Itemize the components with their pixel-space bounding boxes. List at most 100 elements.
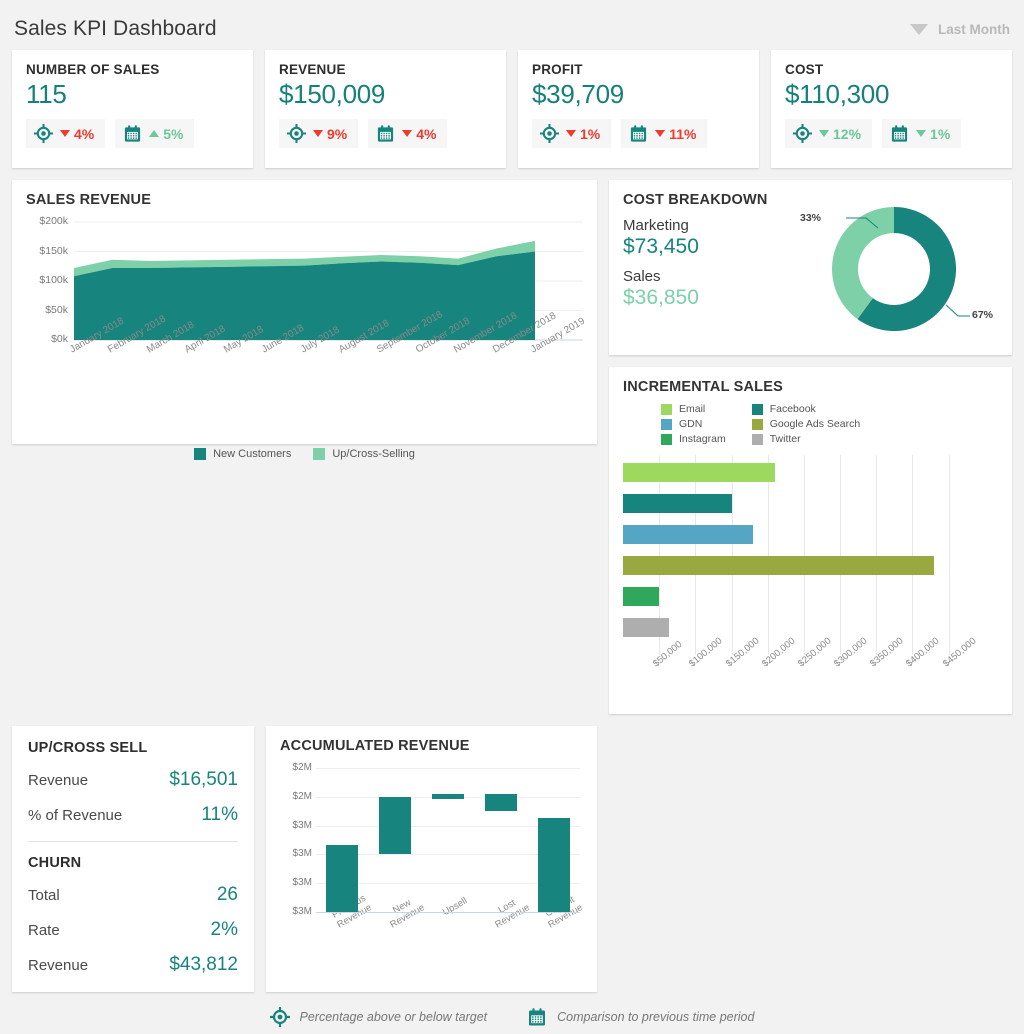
delta-text: 1%	[930, 126, 950, 142]
arrow-down-icon	[313, 130, 323, 137]
legend-label: Email	[679, 403, 705, 415]
incremental-sales-legend: Email GDN Instagram Facebook Google Ads Sea…	[661, 403, 998, 445]
legend-item[interactable]: Up/Cross-Selling	[313, 448, 415, 460]
arrow-down-icon	[655, 130, 665, 137]
x-axis-tick-label: $450,000	[941, 636, 978, 670]
y-axis-tick-label: $3M	[280, 820, 312, 831]
dashboard-footer: Percentage above or below target Comparis…	[12, 1000, 1012, 1034]
legend-swatch	[661, 419, 672, 430]
incremental-sales-card: INCREMENTAL SALES EmailGDNInstagram Face…	[609, 367, 1012, 714]
gridline	[316, 768, 580, 769]
row-value: 2%	[211, 919, 238, 941]
kpi-card-number-of-sales: NUMBER OF SALES1154%5%	[12, 50, 253, 168]
legend-swatch	[752, 419, 763, 430]
y-axis-tick-label: $2M	[280, 762, 312, 773]
kpi-period-delta[interactable]: 5%	[115, 119, 194, 148]
legend-swatch	[661, 404, 672, 415]
legend-label: Google Ads Search	[770, 418, 860, 430]
row-value: $43,812	[169, 954, 238, 976]
legend-column-right: Facebook Google Ads Search Twitter	[752, 403, 860, 445]
gridline	[949, 455, 950, 655]
legend-item[interactable]: Google Ads Search	[752, 418, 860, 430]
delta-text: 12%	[833, 126, 861, 142]
footer-legend-text: Comparison to previous time period	[557, 1010, 754, 1024]
kpi-value: $150,009	[279, 79, 494, 110]
bar-facebook[interactable]	[623, 494, 732, 513]
kpi-label: COST	[785, 62, 1000, 77]
donut-svg	[814, 194, 974, 344]
kpi-target-delta[interactable]: 1%	[532, 119, 611, 148]
kpi-target-delta[interactable]: 12%	[785, 119, 872, 148]
calendar-icon	[376, 124, 395, 143]
up-cross-sell-title: UP/CROSS SELL	[28, 740, 238, 756]
waterfall-bar-upsell[interactable]	[432, 794, 464, 799]
legend-item[interactable]: New Customers	[194, 448, 291, 460]
calendar-icon	[629, 124, 648, 143]
arrow-down-icon	[566, 130, 576, 137]
kpi-value: $110,300	[785, 79, 1000, 110]
legend-swatch	[313, 448, 325, 460]
y-axis-tick-label: $3M	[280, 906, 312, 917]
waterfall-bar-current-revenue[interactable]	[538, 818, 570, 912]
target-icon	[540, 124, 559, 143]
x-axis-tick-label: $100,000	[687, 636, 724, 670]
incremental-sales-x-axis: $50,000$100,000$150,000$200,000$250,000$…	[623, 657, 995, 713]
kpi-deltas: 9% 4%	[279, 119, 494, 148]
sales-revenue-chart: January 2018February 2018March 2018April…	[26, 214, 583, 402]
legend-swatch	[194, 448, 206, 460]
delta-text: 9%	[327, 126, 347, 142]
legend-item[interactable]: Twitter	[752, 433, 860, 445]
kpi-target-delta[interactable]: 4%	[26, 119, 105, 148]
row-value: $16,501	[169, 769, 238, 791]
delta-text: 11%	[669, 126, 696, 142]
row-key: Revenue	[28, 957, 88, 974]
delta-value: 11%	[655, 126, 696, 142]
bar-email[interactable]	[623, 463, 775, 482]
x-axis-tick-label: Upsell	[428, 888, 482, 926]
donut-label-left: 33%	[800, 212, 821, 224]
footer-legend-item: Comparison to previous time period	[527, 1007, 754, 1027]
calendar-icon	[890, 124, 909, 143]
y-axis-tick-label: $0k	[26, 333, 68, 345]
kpi-deltas: 1% 11%	[532, 119, 747, 148]
arrow-down-icon	[819, 130, 829, 137]
bar-twitter[interactable]	[623, 618, 669, 637]
delta-value: 1%	[566, 126, 600, 142]
kpi-row: NUMBER OF SALES1154%5%REVENUE$150,0099%4…	[12, 50, 1012, 168]
legend-label: GDN	[679, 418, 702, 430]
legend-swatch	[752, 404, 763, 415]
legend-item[interactable]: Facebook	[752, 403, 860, 415]
waterfall-bar-new-revenue[interactable]	[379, 797, 411, 855]
bar-google-ads-search[interactable]	[623, 556, 934, 575]
legend-item[interactable]: Instagram	[661, 433, 726, 445]
kpi-target-delta[interactable]: 9%	[279, 119, 358, 148]
x-axis-tick-label: $150,000	[724, 636, 761, 670]
legend-item[interactable]: Email	[661, 403, 726, 415]
arrow-down-icon	[60, 130, 70, 137]
target-icon	[287, 124, 306, 143]
kpi-label: REVENUE	[279, 62, 494, 77]
bar-gdn[interactable]	[623, 525, 753, 544]
bar-instagram[interactable]	[623, 587, 659, 606]
waterfall-x-axis: Previous RevenueNew RevenueUpsellLost Re…	[316, 912, 580, 970]
legend-item[interactable]: GDN	[661, 418, 726, 430]
area-chart-legend: New Customers Up/Cross-Selling	[26, 448, 583, 460]
kpi-period-delta[interactable]: 4%	[368, 119, 447, 148]
x-axis-tick-label: $300,000	[832, 636, 869, 670]
delta-value: 4%	[402, 126, 436, 142]
footer-legend-text: Percentage above or below target	[300, 1010, 488, 1024]
period-label: Last Month	[938, 22, 1010, 37]
row-key: Total	[28, 887, 60, 904]
page-title: Sales KPI Dashboard	[14, 17, 217, 41]
kpi-period-delta[interactable]: 11%	[621, 119, 707, 148]
delta-text: 4%	[74, 126, 94, 142]
waterfall-bar-lost-revenue[interactable]	[485, 794, 517, 811]
up-cross-sell-row: Revenue $16,501	[28, 769, 238, 791]
waterfall-bar-previous-revenue[interactable]	[326, 845, 358, 912]
row-key: % of Revenue	[28, 807, 122, 824]
kpi-card-profit: PROFIT$39,7091%11%	[518, 50, 759, 168]
churn-title: CHURN	[28, 855, 238, 871]
period-selector[interactable]: Last Month	[910, 22, 1010, 37]
kpi-period-delta[interactable]: 1%	[882, 119, 961, 148]
legend-column-left: Email GDN Instagram	[661, 403, 726, 445]
